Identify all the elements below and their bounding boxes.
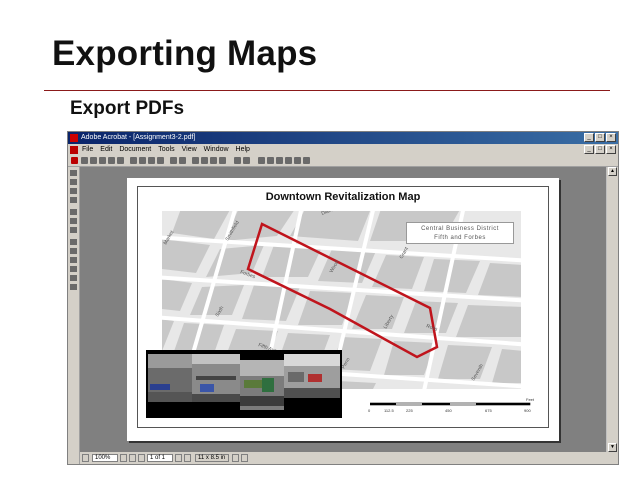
graphics-select-icon[interactable] [285, 157, 292, 164]
scale-tick: 0 [368, 408, 371, 413]
zoom-field[interactable]: 100% [92, 454, 118, 462]
find-icon[interactable] [234, 157, 241, 164]
previous-page-icon[interactable] [139, 157, 146, 164]
map-title: Downtown Revitalization Map [265, 191, 421, 203]
scale-tick: 112.5 [384, 408, 394, 413]
article-tool-icon[interactable] [70, 257, 77, 263]
email-icon[interactable] [108, 157, 115, 164]
highlight-tool-icon[interactable] [70, 227, 77, 233]
pencil-tool-icon[interactable] [70, 218, 77, 224]
scale-tick: 675 [485, 408, 492, 413]
menu-document[interactable]: Document [119, 144, 151, 155]
hand-icon[interactable] [70, 170, 77, 176]
go-forward-icon[interactable] [179, 157, 186, 164]
doc-restore-button[interactable]: □ [595, 145, 605, 154]
map-legend: Central Business District Fifth and Forb… [406, 222, 514, 244]
menu-file[interactable]: File [82, 144, 93, 155]
actual-size-icon[interactable] [192, 157, 199, 164]
maximize-button[interactable]: □ [595, 133, 605, 142]
text-tool-icon[interactable] [70, 188, 77, 194]
fit-page-icon[interactable] [201, 157, 208, 164]
scroll-down-icon[interactable]: ▼ [608, 443, 617, 452]
scale-tick: 225 [406, 408, 413, 413]
navigation-pane-icon[interactable] [117, 157, 124, 164]
window-title: Adobe Acrobat - [Assignment3-2.pdf] [81, 134, 196, 141]
scale-unit: Feet [526, 397, 535, 402]
acrobat-app-icon [70, 134, 78, 142]
pdf-page: Downtown Revitalization Map Market Smith… [127, 178, 559, 441]
fit-width-icon[interactable] [210, 157, 217, 164]
menu-tools[interactable]: Tools [158, 144, 174, 155]
page-size-field: 11 x 8.5 in [195, 454, 229, 462]
status-bar: 100% 1 of 1 11 x 8.5 in [80, 452, 618, 464]
form-tool-icon[interactable] [70, 284, 77, 290]
zoom-tool-icon[interactable] [267, 157, 274, 164]
menu-view[interactable]: View [182, 144, 197, 155]
note-tool-icon[interactable] [70, 209, 77, 215]
table-tool-icon[interactable] [70, 197, 77, 203]
window-titlebar[interactable]: Adobe Acrobat - [Assignment3-2.pdf] _ □ … [68, 132, 618, 144]
scale-bar-graphic [370, 402, 531, 406]
status-prev-page-icon[interactable] [138, 454, 145, 462]
legend-line-1: Central Business District [421, 226, 499, 232]
street-photo [284, 354, 340, 398]
slide-subtitle: Export PDFs [70, 98, 185, 119]
street-photos [146, 350, 342, 418]
save-icon[interactable] [90, 157, 97, 164]
street-photo [148, 354, 192, 402]
last-page-icon[interactable] [157, 157, 164, 164]
acrobat-window: Adobe Acrobat - [Assignment3-2.pdf] _ □ … [67, 131, 619, 465]
comment-icon[interactable] [294, 157, 301, 164]
photo-strip [146, 350, 342, 418]
acrobat-icon[interactable] [71, 157, 78, 164]
doc-close-button[interactable]: × [606, 145, 616, 154]
zoom-dropdown-icon[interactable] [120, 454, 127, 462]
map-frame: Downtown Revitalization Map Market Smith… [137, 186, 549, 428]
scale-tick: 450 [445, 408, 452, 413]
scale-tick: 900 [524, 408, 531, 413]
single-page-icon[interactable] [232, 454, 239, 462]
slide-title: Exporting Maps [52, 34, 318, 73]
title-divider [44, 90, 610, 91]
page-layout-icon[interactable] [82, 454, 89, 462]
street-photo [240, 360, 284, 410]
menu-help[interactable]: Help [236, 144, 250, 155]
status-first-page-icon[interactable] [129, 454, 136, 462]
movie-tool-icon[interactable] [70, 266, 77, 272]
toolbar [68, 155, 618, 167]
menu-bar: File Edit Document Tools View Window Hel… [68, 144, 618, 155]
help-icon[interactable] [303, 157, 310, 164]
street-photo [192, 354, 240, 402]
zoom-in-icon[interactable] [70, 179, 77, 185]
menu-edit[interactable]: Edit [100, 144, 112, 155]
print-icon[interactable] [99, 157, 106, 164]
vertical-scrollbar[interactable]: ▲ ▼ [607, 167, 618, 452]
status-next-page-icon[interactable] [175, 454, 182, 462]
scale-bar: 0 112.5 225 450 675 900 Feet [368, 397, 538, 421]
document-icon[interactable] [70, 146, 78, 154]
link-tool-icon[interactable] [70, 248, 77, 254]
left-tools-palette [68, 167, 80, 464]
minimize-button[interactable]: _ [584, 133, 594, 142]
first-page-icon[interactable] [130, 157, 137, 164]
continuous-page-icon[interactable] [241, 454, 248, 462]
touchup-text-icon[interactable] [70, 275, 77, 281]
legend-line-2: Fifth and Forbes [434, 235, 486, 241]
page-number-field[interactable]: 1 of 1 [147, 454, 173, 462]
rotate-icon[interactable] [219, 157, 226, 164]
hand-tool-icon[interactable] [258, 157, 265, 164]
document-area[interactable]: Downtown Revitalization Map Market Smith… [80, 167, 606, 452]
next-page-icon[interactable] [148, 157, 155, 164]
scroll-up-icon[interactable]: ▲ [608, 167, 617, 176]
status-last-page-icon[interactable] [184, 454, 191, 462]
open-icon[interactable] [81, 157, 88, 164]
text-select-icon[interactable] [276, 157, 283, 164]
go-back-icon[interactable] [170, 157, 177, 164]
menu-window[interactable]: Window [204, 144, 229, 155]
doc-minimize-button[interactable]: _ [584, 145, 594, 154]
close-button[interactable]: × [606, 133, 616, 142]
search-icon[interactable] [243, 157, 250, 164]
crop-tool-icon[interactable] [70, 239, 77, 245]
